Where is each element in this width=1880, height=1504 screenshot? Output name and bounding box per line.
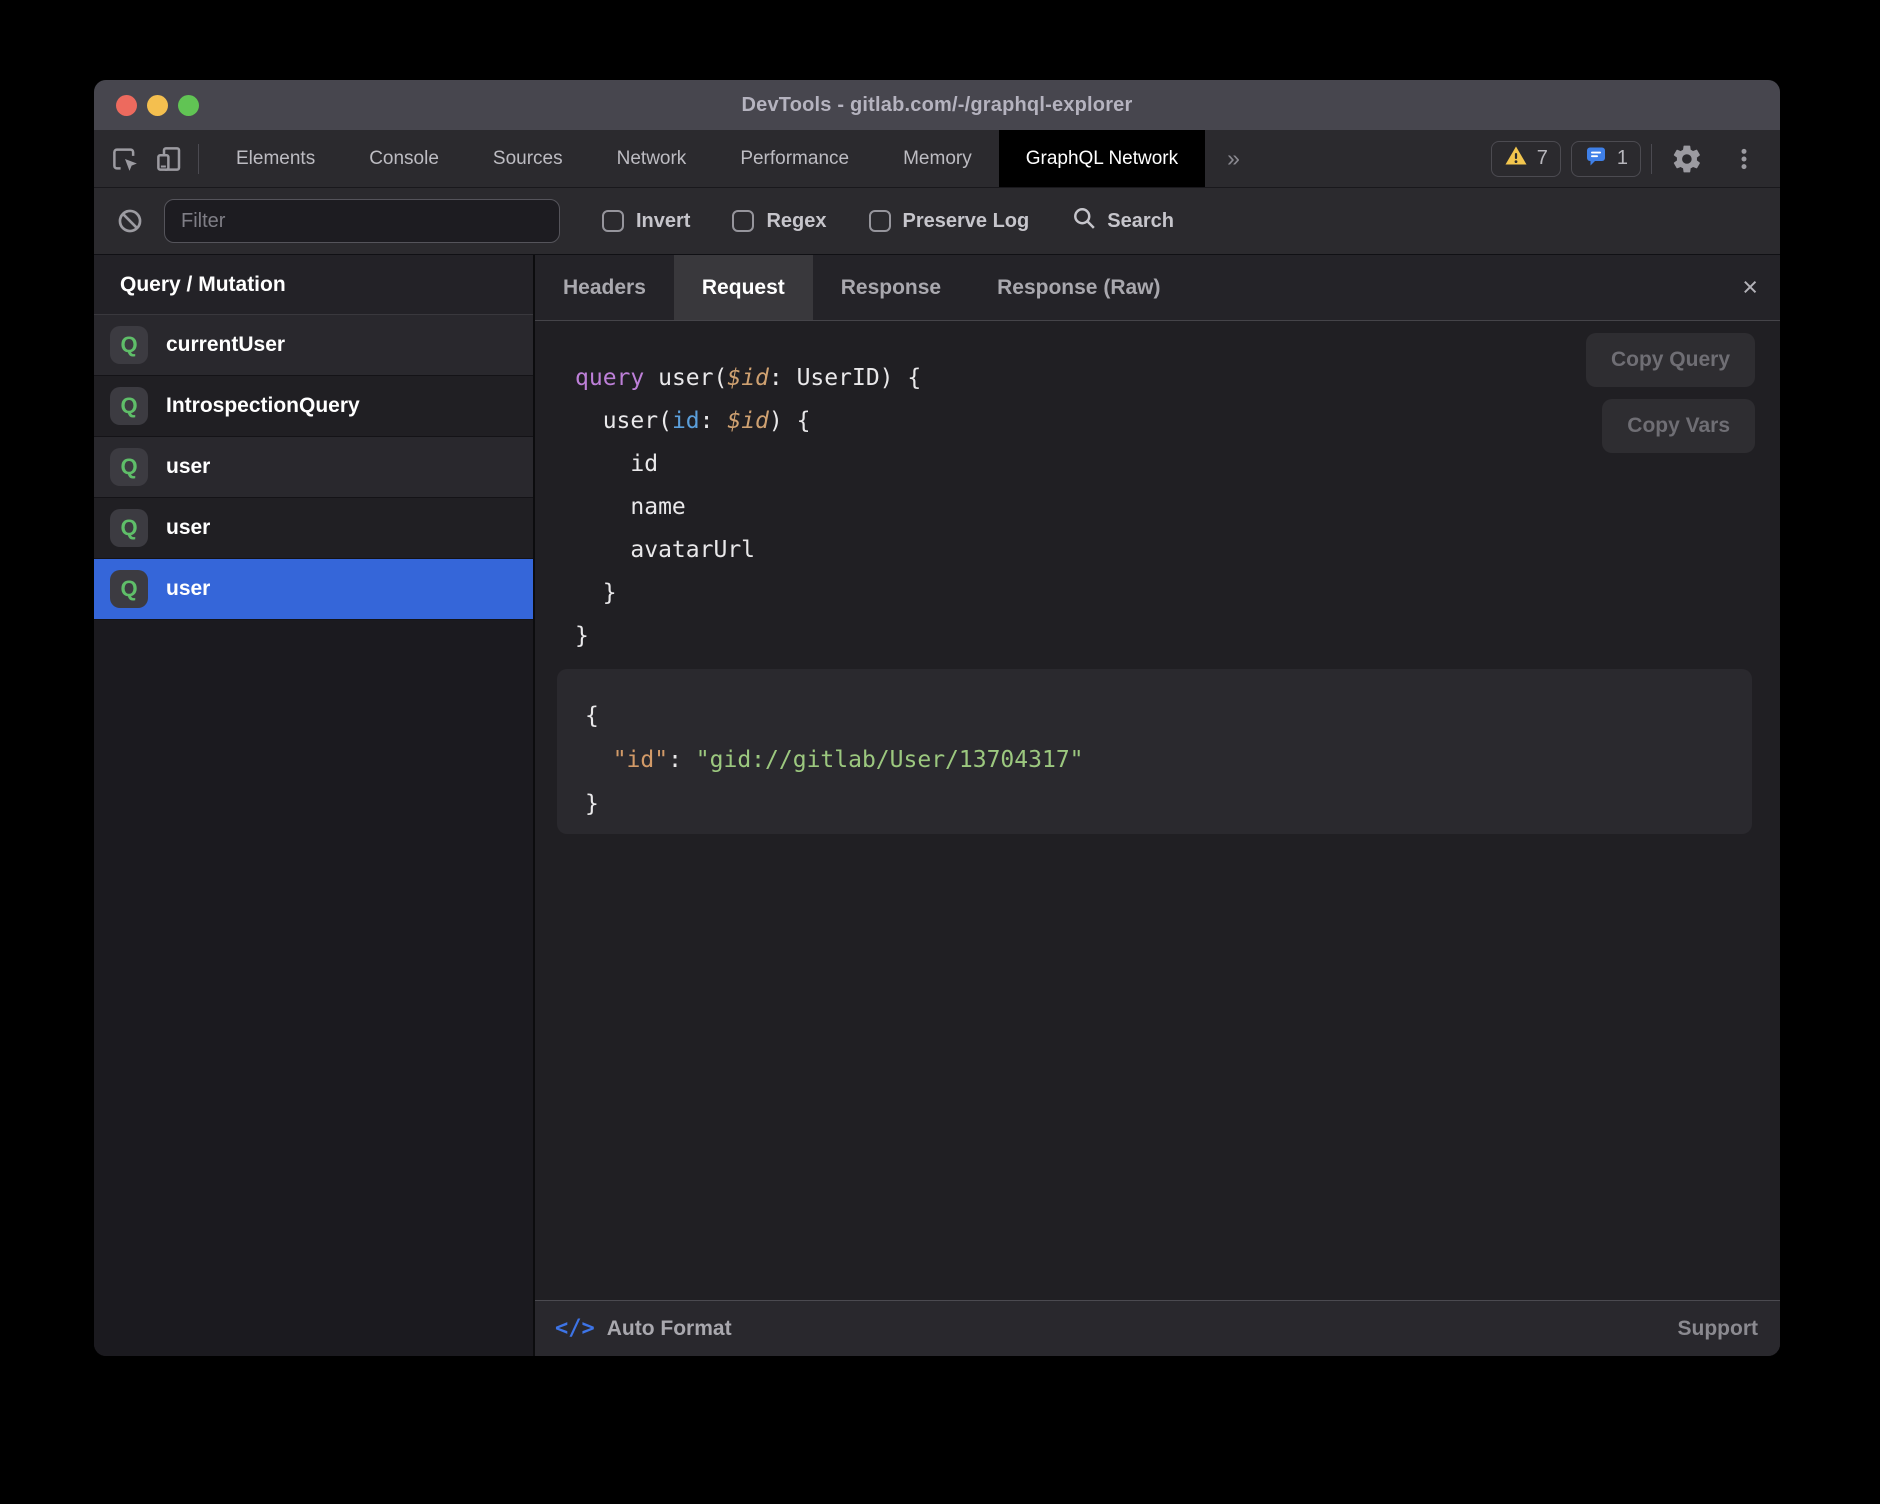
filter-input[interactable] bbox=[164, 199, 560, 243]
request-detail-panel: Headers Request Response Response (Raw) … bbox=[535, 255, 1780, 1356]
list-item-currentuser[interactable]: Q currentUser bbox=[94, 315, 533, 376]
tab-graphql-network[interactable]: GraphQL Network bbox=[999, 130, 1205, 187]
tab-response-raw[interactable]: Response (Raw) bbox=[969, 255, 1188, 320]
preserve-log-checkbox[interactable]: Preserve Log bbox=[869, 210, 1030, 233]
query-variables-box: { "id": "gid://gitlab/User/13704317" } bbox=[557, 669, 1752, 834]
tab-console[interactable]: Console bbox=[342, 130, 466, 187]
devtools-window: DevTools - gitlab.com/-/graphql-explorer… bbox=[94, 80, 1780, 1356]
zoom-window-button[interactable] bbox=[178, 95, 199, 116]
search-button[interactable]: Search bbox=[1071, 205, 1174, 237]
kebab-menu-icon[interactable] bbox=[1722, 144, 1766, 174]
query-type-icon: Q bbox=[110, 570, 148, 608]
tab-network[interactable]: Network bbox=[590, 130, 714, 187]
query-type-icon: Q bbox=[110, 387, 148, 425]
tab-response[interactable]: Response bbox=[813, 255, 969, 320]
tab-sources[interactable]: Sources bbox=[466, 130, 590, 187]
traffic-lights bbox=[116, 80, 199, 130]
checkbox-icon bbox=[602, 210, 624, 232]
detail-tab-bar: Headers Request Response Response (Raw) … bbox=[535, 255, 1780, 321]
messages-badge[interactable]: 1 bbox=[1571, 141, 1641, 177]
tab-performance[interactable]: Performance bbox=[713, 130, 876, 187]
tab-headers[interactable]: Headers bbox=[535, 255, 674, 320]
toolbar-divider bbox=[1651, 144, 1652, 174]
checkbox-icon bbox=[869, 210, 891, 232]
support-link[interactable]: Support bbox=[1678, 1317, 1780, 1341]
query-type-icon: Q bbox=[110, 509, 148, 547]
window-title: DevTools - gitlab.com/-/graphql-explorer bbox=[741, 94, 1132, 117]
list-item-user-2[interactable]: Q user bbox=[94, 498, 533, 559]
messages-count: 1 bbox=[1617, 147, 1628, 170]
search-icon bbox=[1071, 205, 1098, 237]
devtools-toolbar: Elements Console Sources Network Perform… bbox=[94, 130, 1780, 188]
more-tabs-button[interactable]: » bbox=[1205, 130, 1262, 187]
minimize-window-button[interactable] bbox=[147, 95, 168, 116]
query-type-icon: Q bbox=[110, 448, 148, 486]
list-item-user-3-selected[interactable]: Q user bbox=[94, 559, 533, 620]
toolbar-right-cluster: 7 1 bbox=[1491, 130, 1780, 187]
warnings-badge[interactable]: 7 bbox=[1491, 141, 1561, 177]
request-body: query user($id: UserID) { user(id: $id) … bbox=[535, 321, 1780, 1300]
graphql-query-code: query user($id: UserID) { user(id: $id) … bbox=[575, 357, 921, 658]
tab-elements[interactable]: Elements bbox=[209, 130, 342, 187]
regex-checkbox[interactable]: Regex bbox=[732, 210, 826, 233]
warning-icon bbox=[1504, 144, 1528, 173]
main-content: Query / Mutation Q currentUser Q Introsp… bbox=[94, 255, 1780, 1356]
titlebar: DevTools - gitlab.com/-/graphql-explorer bbox=[94, 80, 1780, 130]
chat-bubble-icon bbox=[1584, 144, 1608, 173]
close-window-button[interactable] bbox=[116, 95, 137, 116]
copy-query-button[interactable]: Copy Query bbox=[1586, 333, 1755, 387]
clear-requests-icon[interactable] bbox=[116, 207, 144, 235]
chevron-double-right-icon: » bbox=[1227, 145, 1240, 172]
query-list-header: Query / Mutation bbox=[94, 255, 533, 315]
copy-buttons: Copy Query Copy Vars bbox=[1586, 333, 1755, 453]
settings-gear-icon[interactable] bbox=[1662, 143, 1712, 175]
filter-bar: Invert Regex Preserve Log Search bbox=[94, 188, 1780, 255]
device-toolbar-icon[interactable] bbox=[154, 144, 184, 174]
query-list-panel: Query / Mutation Q currentUser Q Introsp… bbox=[94, 255, 535, 1356]
warnings-count: 7 bbox=[1537, 147, 1548, 170]
detail-footer: </> Auto Format Support bbox=[535, 1300, 1780, 1356]
toolbar-left-icons bbox=[94, 130, 209, 187]
code-brackets-icon: </> bbox=[555, 1316, 595, 1341]
close-icon[interactable]: × bbox=[1742, 274, 1758, 301]
list-item-user-1[interactable]: Q user bbox=[94, 437, 533, 498]
invert-checkbox[interactable]: Invert bbox=[602, 210, 690, 233]
query-type-icon: Q bbox=[110, 326, 148, 364]
copy-vars-button[interactable]: Copy Vars bbox=[1602, 399, 1755, 453]
list-item-introspectionquery[interactable]: Q IntrospectionQuery bbox=[94, 376, 533, 437]
toolbar-divider bbox=[198, 144, 199, 174]
inspect-element-icon[interactable] bbox=[110, 144, 140, 174]
tab-request[interactable]: Request bbox=[674, 255, 813, 320]
checkbox-icon bbox=[732, 210, 754, 232]
tab-memory[interactable]: Memory bbox=[876, 130, 999, 187]
auto-format-button[interactable]: </> Auto Format bbox=[535, 1316, 732, 1341]
